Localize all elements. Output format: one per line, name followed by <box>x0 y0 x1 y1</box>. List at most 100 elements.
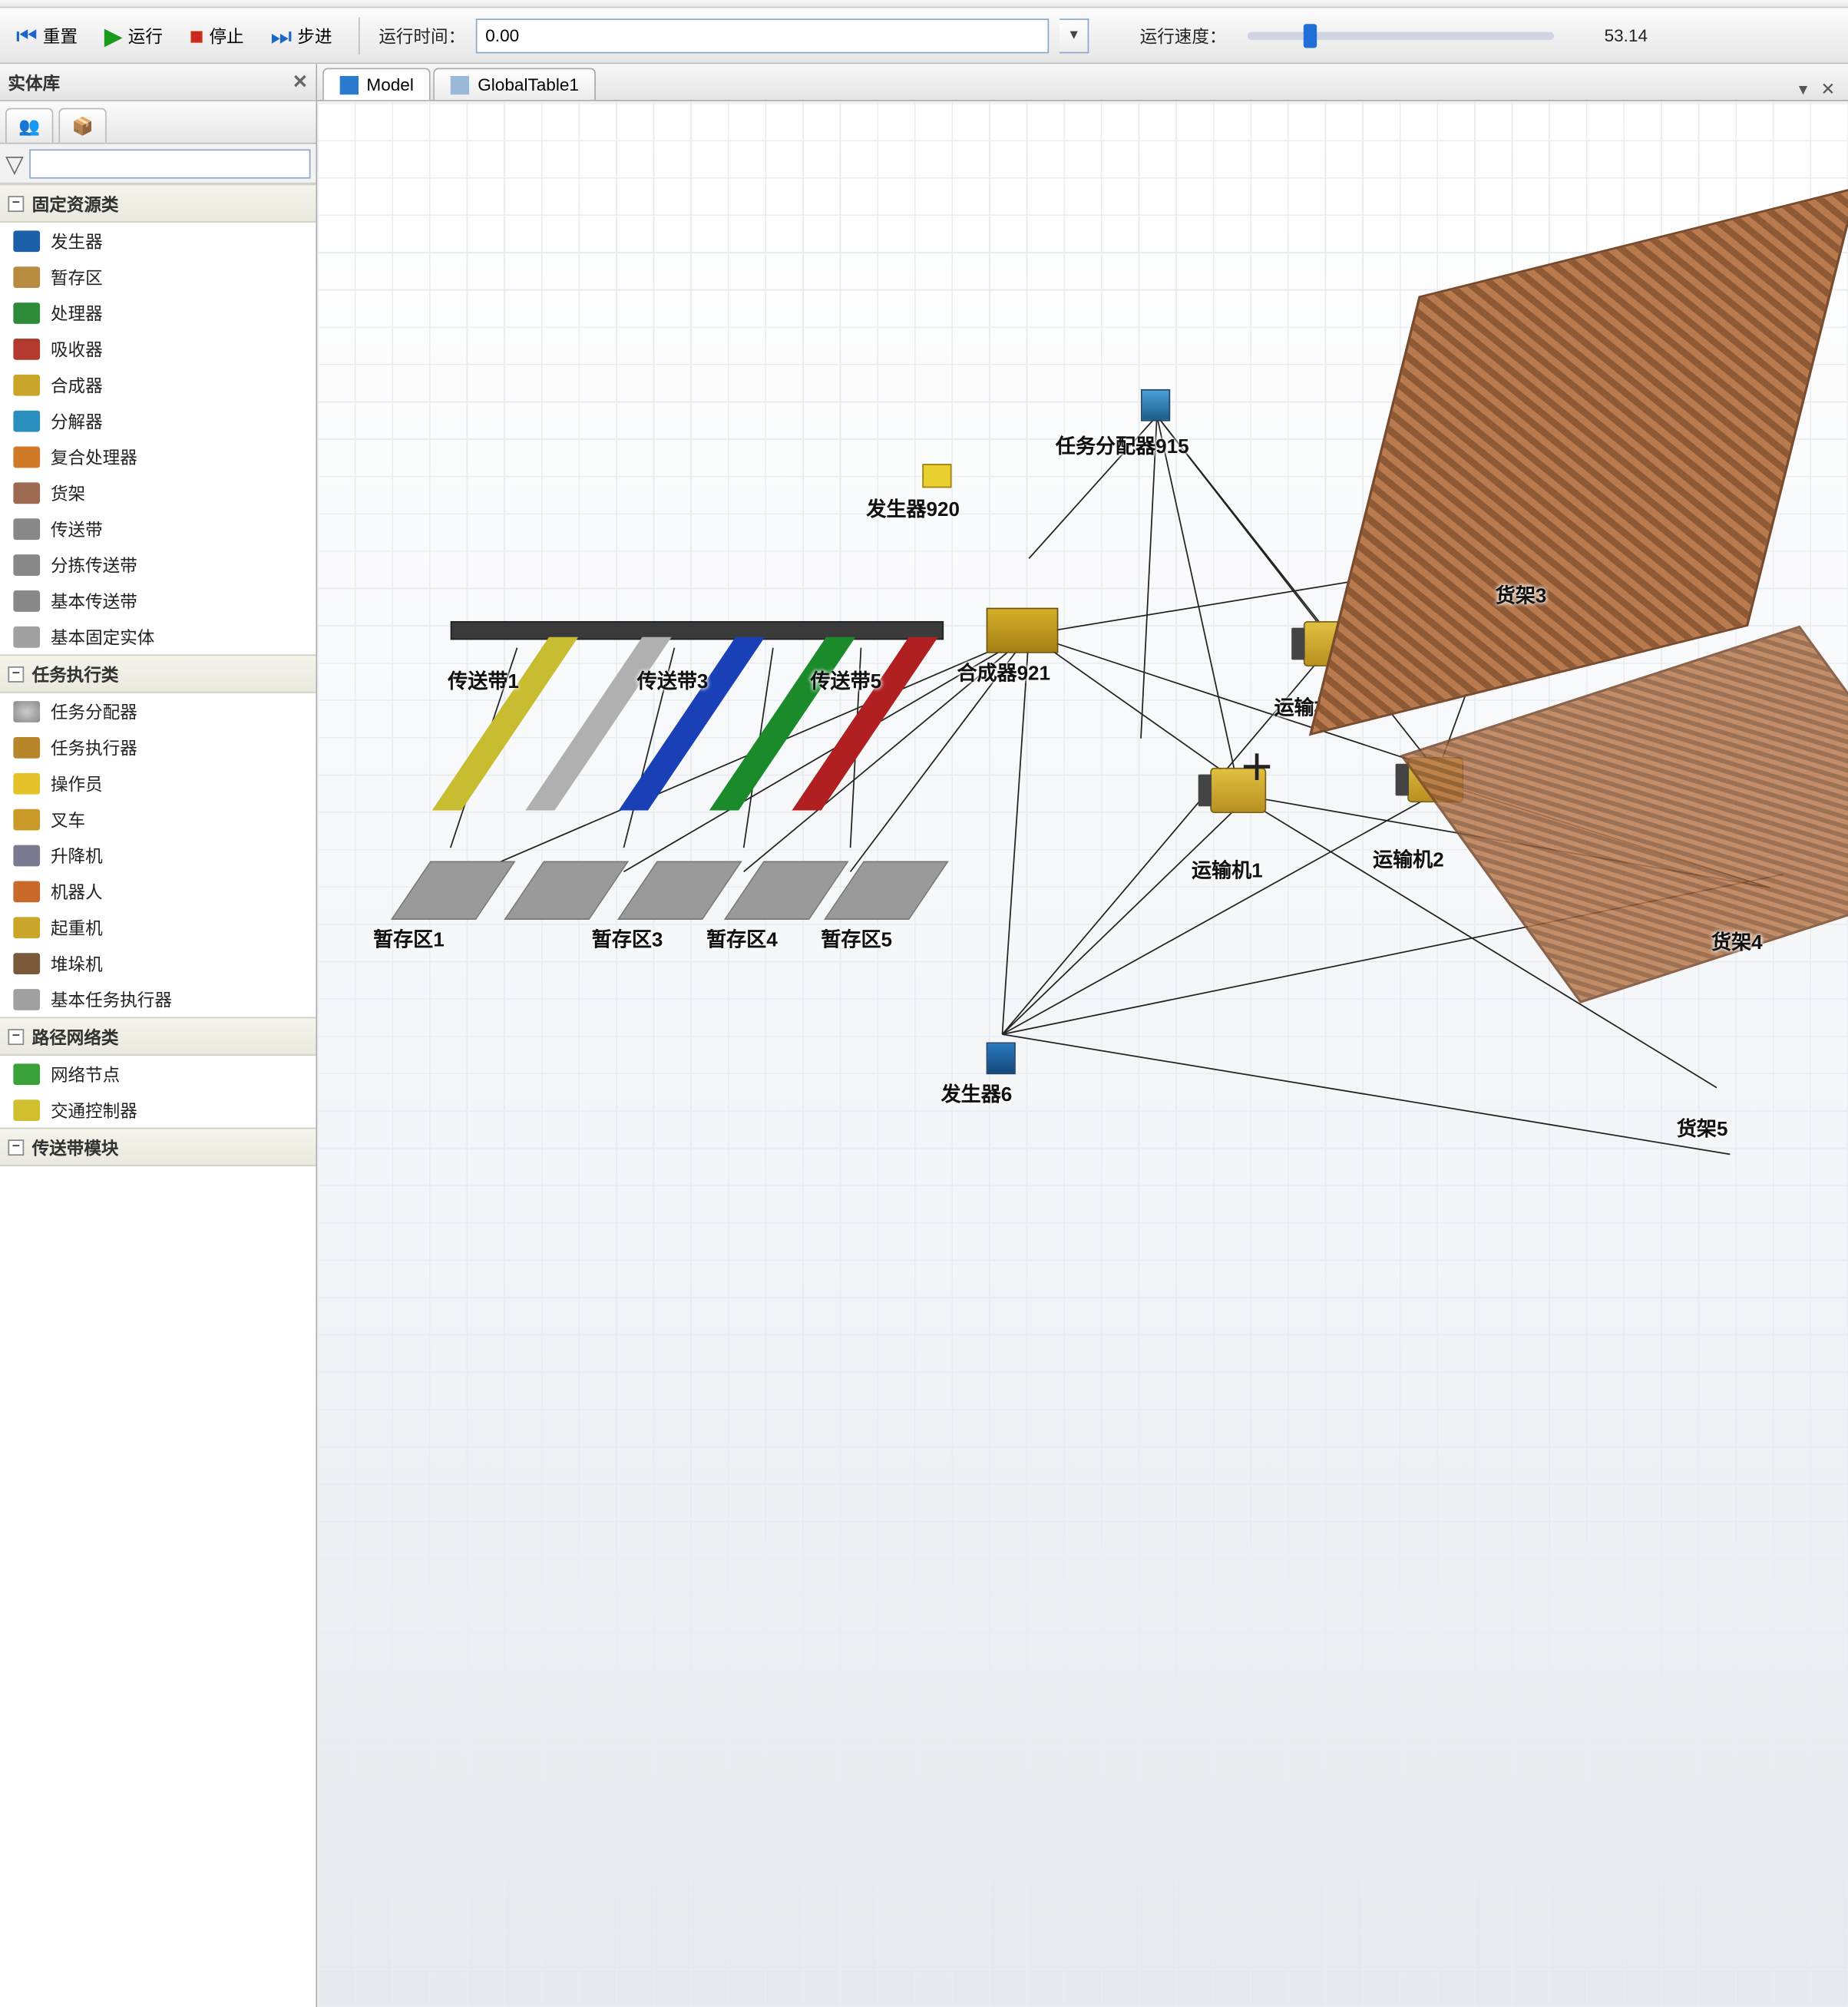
group-conveyor-module[interactable]: − 传送带模块 <box>0 1128 316 1166</box>
conveyor-icon <box>13 517 40 539</box>
stop-label: 停止 <box>209 23 243 48</box>
menubar-clip <box>0 0 1848 8</box>
play-icon: ▶ <box>104 23 123 47</box>
lib-item-conveyor[interactable]: 传送带 <box>0 511 316 547</box>
label-source-920: 发生器920 <box>866 494 960 522</box>
library-mode-tabs: 👥 📦 <box>0 101 316 144</box>
lib-item-combiner[interactable]: 合成器 <box>0 366 316 402</box>
cursor-crosshair-icon: ＋ <box>1239 741 1274 790</box>
asrs-icon <box>13 952 40 974</box>
queue-1[interactable] <box>391 861 516 919</box>
chevron-down-icon[interactable]: ▾ <box>1799 78 1807 100</box>
lib-item-separator[interactable]: 分解器 <box>0 402 316 438</box>
processor-icon <box>13 302 40 323</box>
lib-item-network-node[interactable]: 网络节点 <box>0 1056 316 1092</box>
multiprocessor-icon <box>13 446 40 468</box>
queue-3[interactable] <box>617 861 742 919</box>
label-dispatcher-915: 任务分配器915 <box>1056 431 1189 459</box>
group-fixed-resources[interactable]: − 固定资源类 <box>0 184 316 223</box>
label-queue-3: 暂存区3 <box>592 925 663 953</box>
lib-item-basic-te[interactable]: 基本任务执行器 <box>0 981 316 1017</box>
elevator-icon <box>13 845 40 866</box>
label-rack-3: 货架3 <box>1496 581 1547 609</box>
close-icon[interactable]: ✕ <box>1821 78 1836 100</box>
model-3d-view[interactable]: 传送带1 传送带3 传送带5 暂存区1 暂存区3 暂存区4 暂存区5 发生器92… <box>317 101 1848 2007</box>
tab-globaltable1[interactable]: GlobalTable1 <box>434 68 597 101</box>
lib-item-queue[interactable]: 暂存区 <box>0 259 316 295</box>
separator-icon <box>13 410 40 431</box>
reset-button[interactable]: ⏮ 重置 <box>8 18 85 54</box>
group-label: 任务执行类 <box>32 661 119 686</box>
step-forward-icon: ⏭ <box>270 23 292 47</box>
source-920[interactable] <box>922 464 951 488</box>
lib-item-merge-conveyor[interactable]: 分拣传送带 <box>0 547 316 583</box>
basic-te-icon <box>13 988 40 1010</box>
library-tab-flowitems[interactable]: 📦 <box>58 108 106 143</box>
collapse-icon: − <box>8 195 24 211</box>
label-conveyor-1: 传送带1 <box>448 666 519 694</box>
flowitems-icon: 📦 <box>72 115 94 137</box>
stop-button[interactable]: ■ 停止 <box>181 18 252 54</box>
library-tab-objects[interactable]: 👥 <box>5 108 53 143</box>
group-task-executers[interactable]: − 任务执行类 <box>0 654 316 693</box>
lib-item-processor[interactable]: 处理器 <box>0 295 316 331</box>
label-conveyor-3: 传送带3 <box>637 666 709 694</box>
group-travel-networks[interactable]: − 路径网络类 <box>0 1017 316 1056</box>
lib-item-operator[interactable]: 操作员 <box>0 765 316 801</box>
source-6[interactable] <box>987 1043 1016 1075</box>
slider-thumb[interactable] <box>1303 23 1316 47</box>
separator <box>359 17 360 55</box>
basic-fr-icon <box>13 626 40 647</box>
tab-label: Model <box>366 74 413 94</box>
filter-icon: ▽ <box>5 151 24 175</box>
reset-label: 重置 <box>43 23 78 48</box>
lib-item-sink[interactable]: 吸收器 <box>0 331 316 367</box>
traffic-control-icon <box>13 1099 40 1120</box>
combiner-921[interactable] <box>987 608 1059 653</box>
lib-item-traffic-control[interactable]: 交通控制器 <box>0 1092 316 1128</box>
runtime-input[interactable] <box>476 18 1049 52</box>
runspeed-value: 53.14 <box>1575 25 1648 45</box>
lib-item-dispatcher[interactable]: 任务分配器 <box>0 693 316 729</box>
skip-back-icon: ⏮ <box>16 23 38 47</box>
source-icon <box>13 230 40 251</box>
tab-model[interactable]: Model <box>322 68 431 101</box>
step-button[interactable]: ⏭ 步进 <box>263 18 340 54</box>
lib-item-multiprocessor[interactable]: 复合处理器 <box>0 438 316 474</box>
lib-item-rack[interactable]: 货架 <box>0 474 316 511</box>
close-icon[interactable]: ✕ <box>293 71 308 94</box>
runspeed-label: 运行速度： <box>1140 23 1227 48</box>
lib-item-task-executer[interactable]: 任务执行器 <box>0 729 316 765</box>
runtime-label: 运行时间： <box>379 23 465 48</box>
label-queue-5: 暂存区5 <box>821 925 892 953</box>
queue-2[interactable] <box>504 861 629 919</box>
chevron-down-icon: ▼ <box>1067 28 1080 42</box>
collapse-icon: − <box>8 1028 24 1044</box>
main-conveyor-bar[interactable] <box>451 621 944 640</box>
label-rack-4: 货架4 <box>1711 927 1763 955</box>
label-source-6: 发生器6 <box>941 1080 1013 1107</box>
dispatcher-915[interactable] <box>1141 389 1170 422</box>
filter-input[interactable] <box>29 149 311 178</box>
document-tabs: Model GlobalTable1 ▾ ✕ <box>317 64 1848 101</box>
runtime-dropdown[interactable]: ▼ <box>1060 18 1089 52</box>
filter-row: ▽ <box>0 144 316 184</box>
lib-item-crane[interactable]: 起重机 <box>0 909 316 945</box>
lib-item-asrs[interactable]: 堆垛机 <box>0 945 316 981</box>
run-label: 运行 <box>128 23 163 48</box>
lib-item-robot[interactable]: 机器人 <box>0 873 316 909</box>
lib-item-elevator[interactable]: 升降机 <box>0 837 316 873</box>
runspeed-slider[interactable] <box>1248 31 1554 39</box>
tab-actions: ▾ ✕ <box>1790 78 1843 100</box>
lib-item-forklift[interactable]: 叉车 <box>0 801 316 837</box>
run-button[interactable]: ▶ 运行 <box>96 18 170 54</box>
lib-item-basic-conveyor[interactable]: 基本传送带 <box>0 583 316 619</box>
run-toolbar: ⏮ 重置 ▶ 运行 ■ 停止 ⏭ 步进 运行时间： ▼ 运行速度： 53.14 <box>0 8 1848 64</box>
label-combiner-921: 合成器921 <box>957 659 1050 686</box>
lib-item-basic-fr[interactable]: 基本固定实体 <box>0 619 316 655</box>
lib-item-source[interactable]: 发生器 <box>0 223 316 259</box>
library-tree[interactable]: − 固定资源类 发生器 暂存区 处理器 吸收器 合成器 分解器 复合处理器 货架… <box>0 184 316 2007</box>
robot-icon <box>13 881 40 902</box>
label-conveyor-5: 传送带5 <box>810 666 881 694</box>
crane-icon <box>13 917 40 938</box>
